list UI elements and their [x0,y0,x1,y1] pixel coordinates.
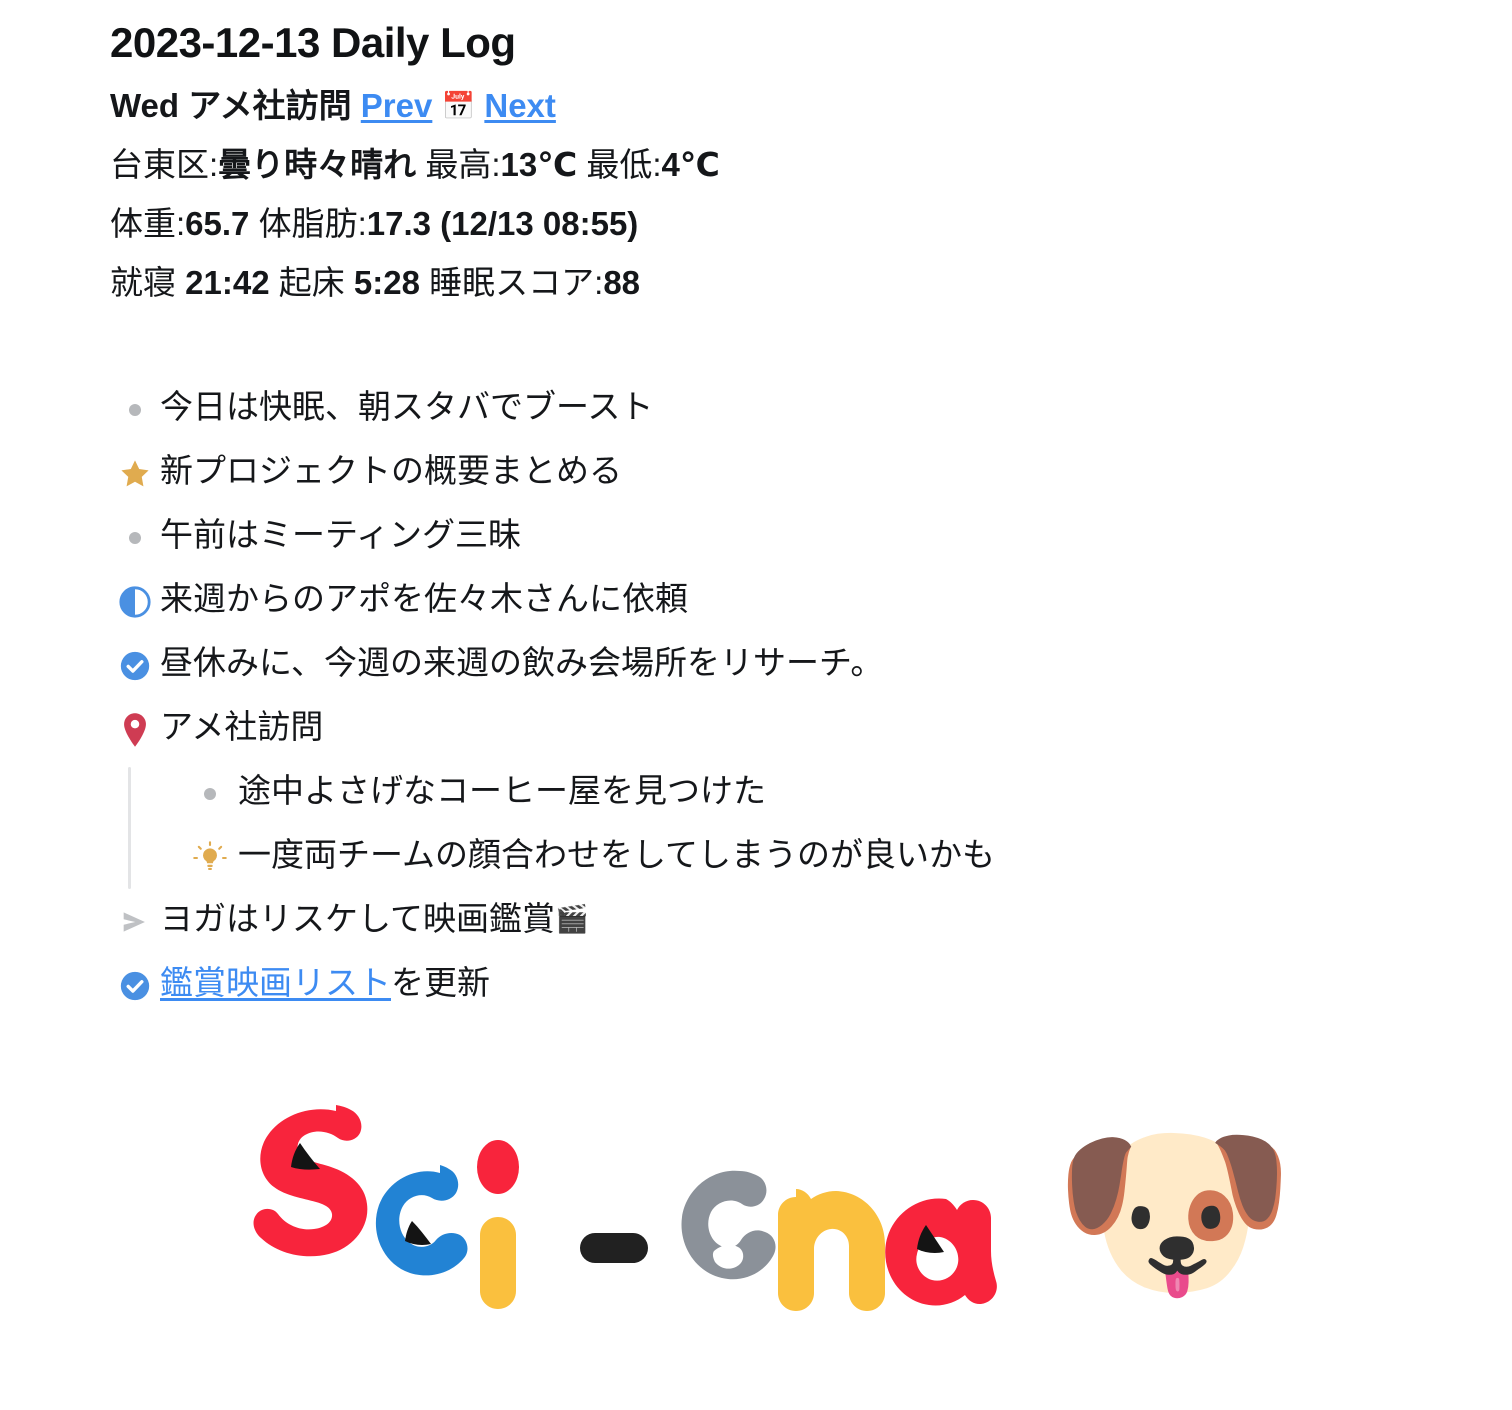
dog-face-emoji: 🐶 [1052,1097,1297,1326]
waketime-value: 5:28 [353,264,420,302]
weather-high-label: 最高: [425,146,501,184]
day-event-label: アメ社訪問 [188,87,352,124]
sleep-score-label: 睡眠スコア: [429,264,604,302]
weather-low-value: 4℃ [661,146,720,184]
list-item-text: ヨガはリスケして映画鑑賞 [160,899,556,937]
movie-list-link[interactable]: 鑑賞映画リスト [160,964,391,1001]
check-circle-icon[interactable] [110,643,160,685]
list-item-label: 新プロジェクトの概要まとめる [160,451,622,489]
list-item-label: ヨガはリスケして映画鑑賞🎬 [160,899,1512,938]
list-item-label: 午前はミーティング三昧 [160,515,522,553]
list-item[interactable]: 今日は快眠、朝スタバでブースト [110,381,1512,445]
waketime-label: 起床 [278,264,345,302]
logo-letter-i [477,1139,519,1309]
logo-letter-a [885,1198,997,1306]
body-fat-value: 17.3 [366,205,431,243]
check-circle-icon[interactable] [110,963,160,1005]
map-pin-icon[interactable] [110,707,160,749]
bedtime-value: 21:42 [185,264,270,302]
weather-condition: 曇り時々晴れ [218,146,417,184]
bullet-icon [110,515,160,557]
nested-sublist: 途中よさげなコーヒー屋を見つけた 一度両チームの顔合わせをしてしまうのが良いかも [128,765,1512,893]
sci-ena-logo: 🐶 [110,1097,1512,1326]
logo-letter-c [375,1164,468,1275]
prev-day-link[interactable]: Prev [361,87,433,124]
arrow-forward-icon[interactable] [110,899,160,941]
list-item-label: 今日は快眠、朝スタバでブースト [160,387,654,425]
sci-ena-wordmark [253,1104,997,1311]
list-item-label: 一度両チームの顔合わせをしてしまうのが良いかも [238,835,996,873]
body-fat-label: 体脂肪: [258,205,367,243]
lightbulb-icon[interactable] [182,835,238,877]
logo-letter-n [778,1188,885,1311]
body-stats-line: 体重:65.7 体脂肪:17.3 (12/13 08:55) [110,198,1512,249]
list-item-label: 来週からのアポを佐々木さんに依頼 [160,579,688,617]
logo-letter-e [681,1170,776,1279]
sleep-line: 就寝 21:42 起床 5:28 睡眠スコア:88 [110,257,1512,308]
page-title: 2023-12-13 Daily Log [110,19,516,66]
daily-log-page: 2023-12-13 Daily Log Wed アメ社訪問 Prev 📅 Ne… [0,22,1512,1315]
logo-letter-S [253,1104,368,1256]
bedtime-label: 就寝 [110,264,176,302]
header-nav-line: Wed アメ社訪問 Prev 📅 Next [110,80,1512,131]
list-item[interactable]: アメ社訪問 [110,701,1512,765]
list-item[interactable]: 新プロジェクトの概要まとめる [110,445,1512,509]
half-circle-icon[interactable] [110,579,160,621]
list-item[interactable]: 一度両チームの顔合わせをしてしまうのが良いかも [182,829,1512,893]
clapper-board-emoji: 🎬 [555,903,589,935]
bullet-icon [182,771,238,813]
list-item-label: 昼休みに、今週の来週の飲み会場所をリサーチ。 [160,643,884,681]
list-item[interactable]: 来週からのアポを佐々木さんに依頼 [110,573,1512,637]
list-item[interactable]: 途中よさげなコーヒー屋を見つけた [182,765,1512,829]
weather-line: 台東区:曇り時々晴れ 最高:13℃ 最低:4℃ [110,139,1512,190]
list-item-label: アメ社訪問 [160,707,324,745]
list-item[interactable]: 鑑賞映画リストを更新 [110,957,1512,1021]
measured-at: (12/13 08:55) [440,205,639,243]
list-item[interactable]: ヨガはリスケして映画鑑賞🎬 [110,893,1512,957]
next-day-link[interactable]: Next [484,87,556,124]
sleep-score-value: 88 [603,264,641,302]
logo-letter-hyphen [580,1232,648,1263]
weather-low-label: 最低: [586,146,662,184]
list-item-text-suffix: を更新 [391,963,490,1001]
weather-area: 台東区: [110,146,219,184]
weather-high-value: 13℃ [500,146,578,184]
star-icon[interactable] [110,451,160,493]
weight-label: 体重: [110,205,186,243]
list-item-label: 鑑賞映画リストを更新 [160,963,1512,1002]
list-item-label: 途中よさげなコーヒー屋を見つけた [238,771,766,809]
calendar-emoji: 📅 [441,91,476,122]
list-item[interactable]: 昼休みに、今週の来週の飲み会場所をリサーチ。 [110,637,1512,701]
weight-value: 65.7 [185,205,250,243]
list-item[interactable]: 午前はミーティング三昧 [110,509,1512,573]
log-entry-list: 今日は快眠、朝スタバでブースト 新プロジェクトの概要まとめる 午前はミーティング… [110,381,1512,1021]
weekday-label: Wed [110,87,180,124]
bullet-icon [110,387,160,429]
